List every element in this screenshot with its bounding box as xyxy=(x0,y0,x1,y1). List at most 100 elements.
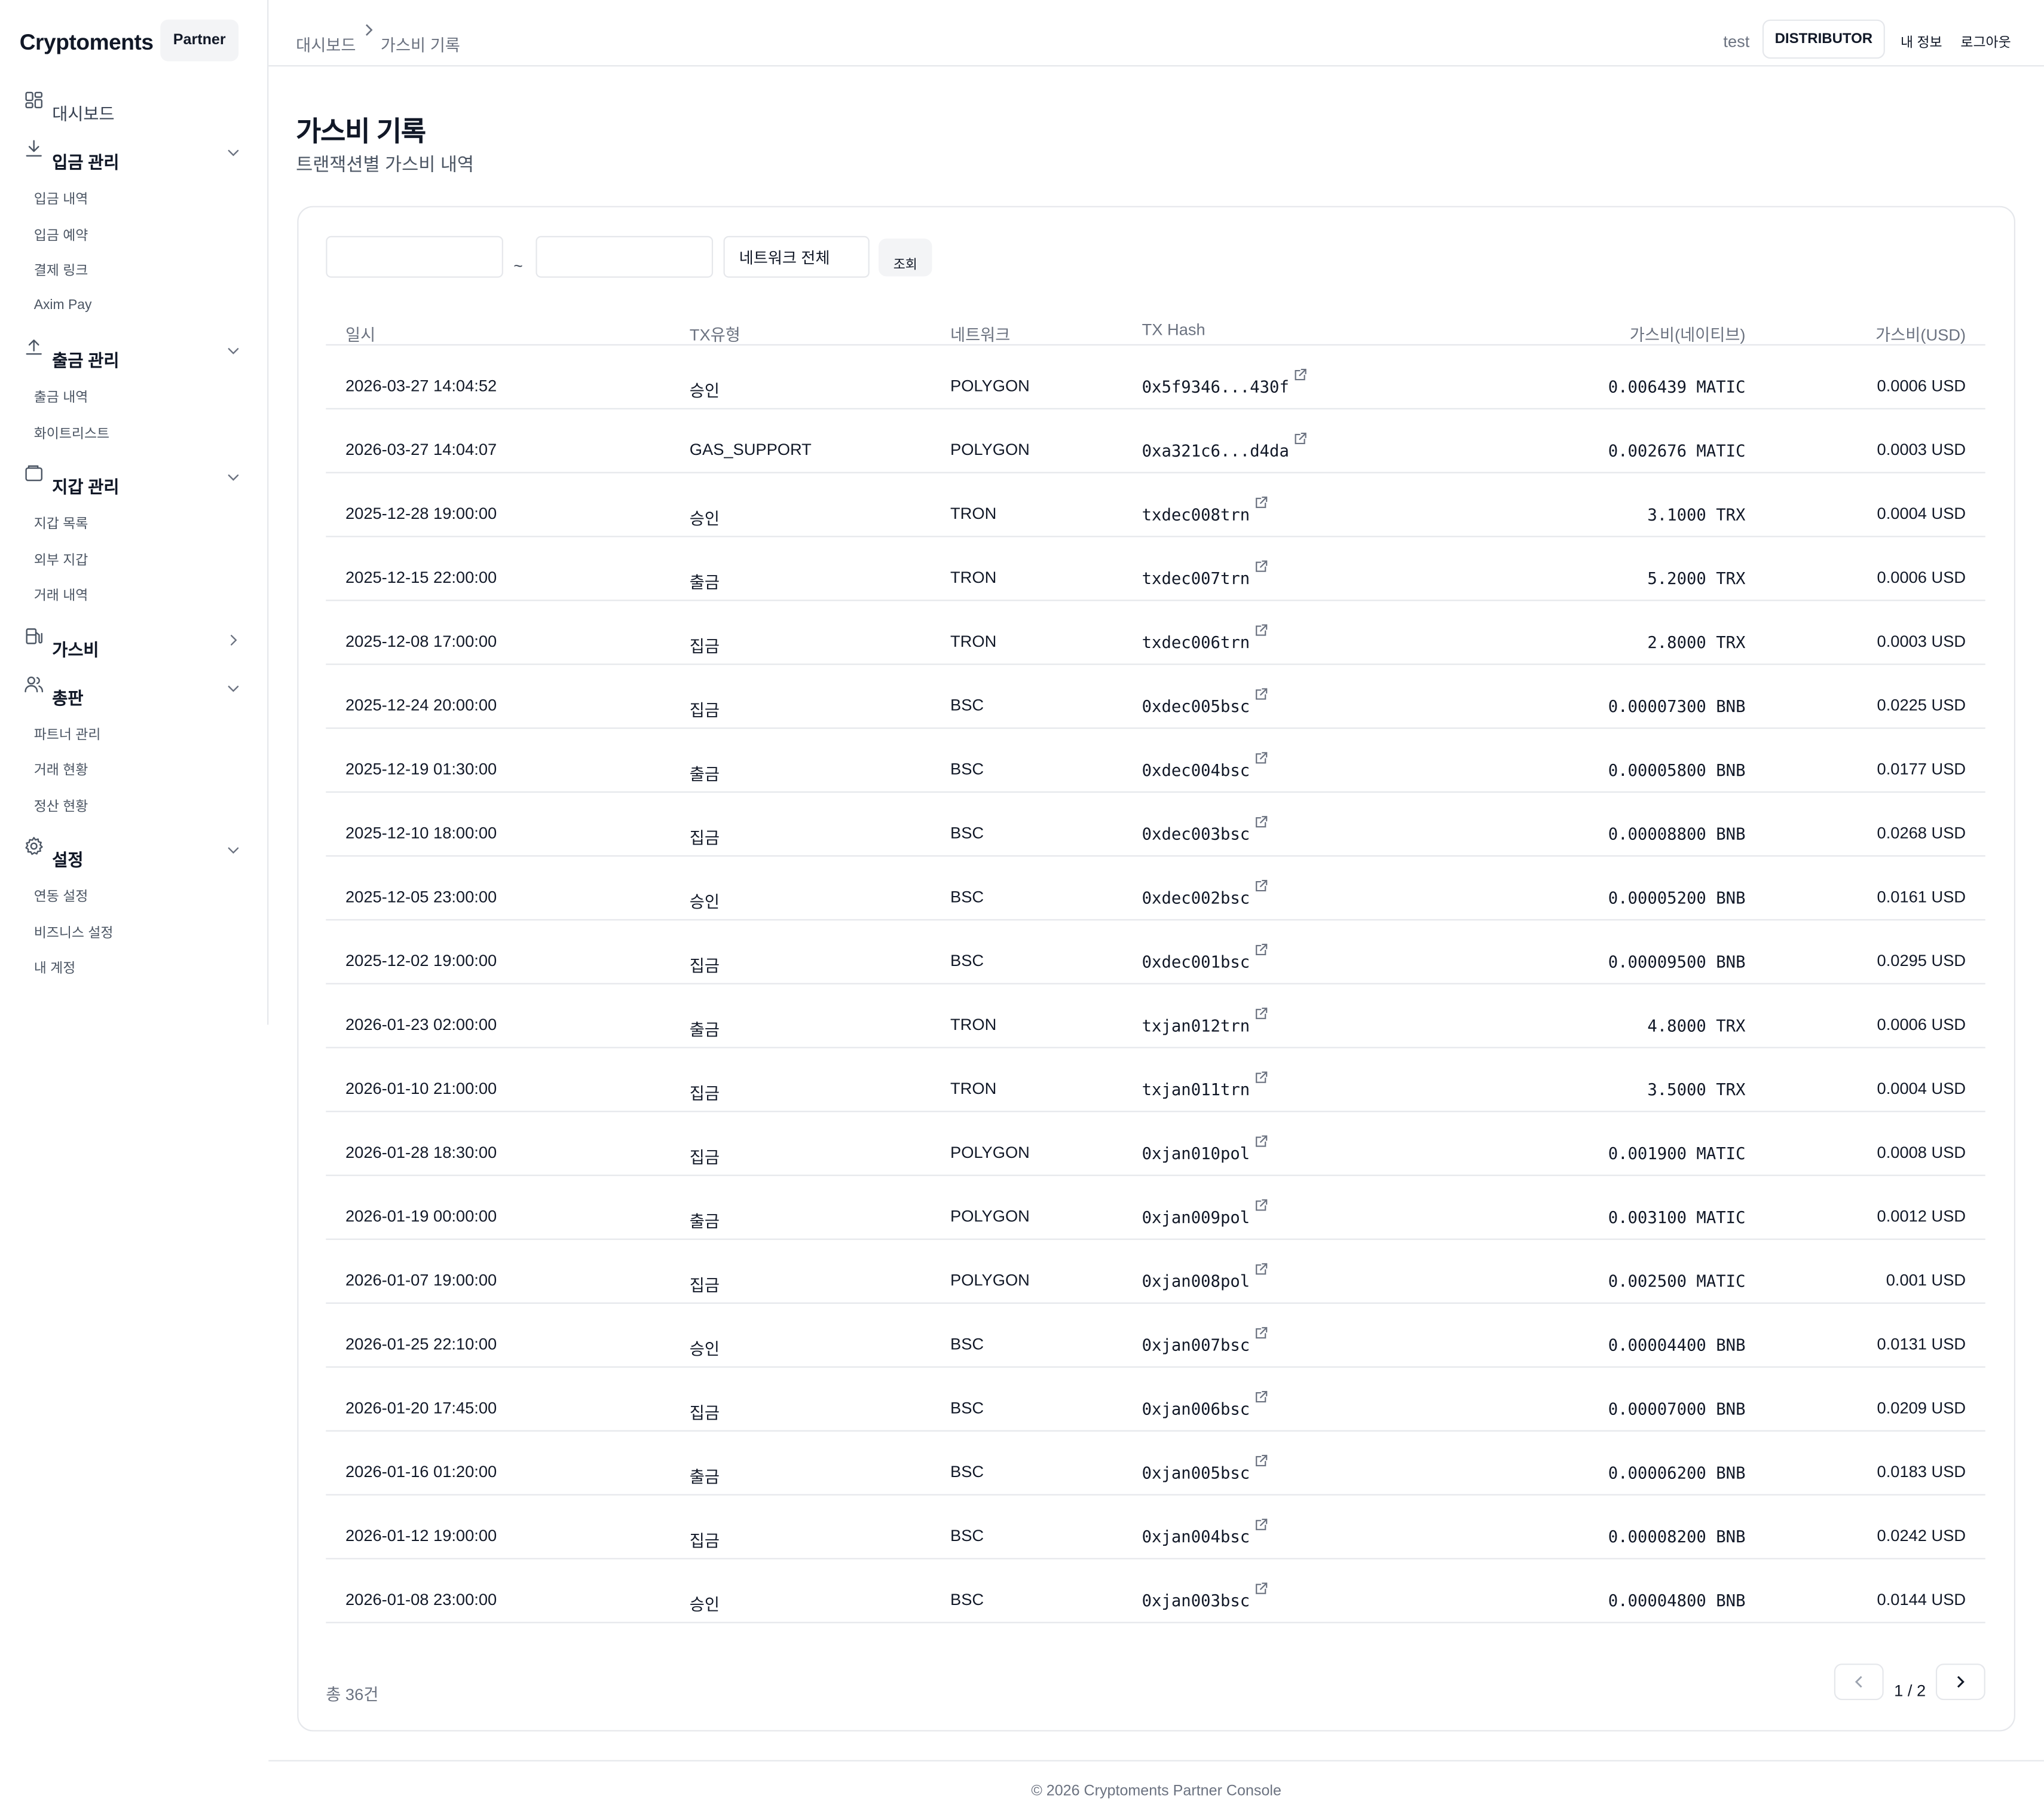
logout-link[interactable]: 로그아웃 xyxy=(1960,33,2011,53)
prev-page-button[interactable] xyxy=(1834,1664,1884,1701)
cell-tx-hash[interactable]: 0xjan008pol xyxy=(1142,1263,1268,1291)
cell-tx-hash[interactable]: 0xdec002bsc xyxy=(1142,879,1268,907)
breadcrumb-dashboard[interactable]: 대시보드 xyxy=(296,31,356,56)
external-link-icon[interactable] xyxy=(1254,1454,1268,1468)
column-header-native-fee: 가스비(네이티브) xyxy=(1629,326,1746,344)
my-info-link[interactable]: 내 정보 xyxy=(1901,33,1942,53)
sidebar-item[interactable]: 거래 내역 xyxy=(34,585,88,605)
sidebar-group-3[interactable]: 지갑 관리 xyxy=(23,465,245,502)
brand-logo[interactable]: Cryptoments xyxy=(20,30,154,56)
cell-tx-hash[interactable]: txdec008trn xyxy=(1142,496,1268,524)
external-link-icon[interactable] xyxy=(1254,1071,1268,1085)
sidebar-item[interactable]: 정산 현황 xyxy=(34,796,88,816)
cell-tx-hash[interactable]: 0xa321c6...d4da xyxy=(1142,432,1308,460)
sidebar-item[interactable]: 내 계정 xyxy=(34,958,76,978)
cell-tx-hash[interactable]: 0xjan005bsc xyxy=(1142,1454,1268,1482)
end-date-input[interactable] xyxy=(536,236,714,278)
chevron-down-icon[interactable] xyxy=(225,842,241,858)
external-link-icon[interactable] xyxy=(1254,623,1268,638)
chevron-down-icon[interactable] xyxy=(225,343,241,359)
tx-hash-link[interactable]: txdec006trn xyxy=(1142,632,1250,652)
external-link-icon[interactable] xyxy=(1254,751,1268,765)
tx-hash-link[interactable]: 0xa321c6...d4da xyxy=(1142,441,1289,460)
sidebar-group-0[interactable]: 대시보드 xyxy=(23,91,245,129)
chevron-down-icon[interactable] xyxy=(225,469,241,485)
sidebar-item[interactable]: 화이트리스트 xyxy=(34,423,109,443)
cell-tx-hash[interactable]: 0xjan004bsc xyxy=(1142,1518,1268,1546)
cell-tx-hash[interactable]: 0xjan007bsc xyxy=(1142,1327,1268,1355)
tx-hash-link[interactable]: 0xdec005bsc xyxy=(1142,696,1250,716)
sidebar-item[interactable]: 입금 예약 xyxy=(34,225,88,244)
tx-hash-link[interactable]: txdec008trn xyxy=(1142,505,1250,524)
network-select[interactable]: 네트워크 전체 xyxy=(723,236,870,278)
cell-tx-hash[interactable]: 0xjan009pol xyxy=(1142,1199,1268,1227)
external-link-icon[interactable] xyxy=(1254,815,1268,829)
tx-hash-link[interactable]: 0xjan007bsc xyxy=(1142,1335,1250,1355)
cell-tx-hash[interactable]: 0x5f9346...430f xyxy=(1142,368,1308,396)
external-link-icon[interactable] xyxy=(1254,1518,1268,1532)
tx-hash-link[interactable]: 0xjan008pol xyxy=(1142,1271,1250,1291)
tx-hash-link[interactable]: 0xjan005bsc xyxy=(1142,1463,1250,1482)
external-link-icon[interactable] xyxy=(1254,943,1268,957)
sidebar-group-5[interactable]: 총판 xyxy=(23,675,245,713)
cell-tx-hash[interactable]: txjan012trn xyxy=(1142,1007,1268,1035)
tx-hash-link[interactable]: 0xjan010pol xyxy=(1142,1144,1250,1163)
tx-hash-link[interactable]: 0xdec001bsc xyxy=(1142,952,1250,971)
tx-hash-link[interactable]: txjan011trn xyxy=(1142,1080,1250,1099)
next-page-button[interactable] xyxy=(1935,1664,1985,1701)
sidebar-group-1[interactable]: 입금 관리 xyxy=(23,140,245,177)
external-link-icon[interactable] xyxy=(1254,496,1268,510)
cell-tx-hash[interactable]: 0xdec005bsc xyxy=(1142,688,1268,716)
sidebar-item[interactable]: 파트너 관리 xyxy=(34,724,101,744)
sidebar-item[interactable]: 출금 내역 xyxy=(34,387,88,407)
cell-network: TRON xyxy=(950,1016,997,1034)
sidebar-group-6[interactable]: 설정 xyxy=(23,837,245,875)
sidebar-group-2[interactable]: 출금 관리 xyxy=(23,340,245,375)
start-date-input[interactable] xyxy=(326,236,503,278)
sidebar-item[interactable]: 거래 현황 xyxy=(34,760,88,780)
external-link-icon[interactable] xyxy=(1293,368,1307,382)
tx-hash-link[interactable]: 0xdec002bsc xyxy=(1142,888,1250,907)
cell-tx-hash[interactable]: txdec007trn xyxy=(1142,560,1268,588)
chevron-right-icon[interactable] xyxy=(225,632,241,647)
sidebar-item[interactable]: 비즈니스 설정 xyxy=(34,922,114,942)
search-button[interactable]: 조회 xyxy=(879,239,932,277)
tx-hash-link[interactable]: 0xdec003bsc xyxy=(1142,824,1250,843)
external-link-icon[interactable] xyxy=(1254,1262,1268,1276)
external-link-icon[interactable] xyxy=(1254,1326,1268,1340)
cell-tx-hash[interactable]: 0xdec001bsc xyxy=(1142,943,1268,971)
tx-hash-link[interactable]: txdec007trn xyxy=(1142,568,1250,588)
sidebar-item[interactable]: 결제 링크 xyxy=(34,261,88,280)
chevron-down-icon[interactable] xyxy=(225,680,241,695)
sidebar-item[interactable]: 지갑 목록 xyxy=(34,513,88,533)
cell-tx-hash[interactable]: 0xjan010pol xyxy=(1142,1135,1268,1163)
tx-hash-link[interactable]: 0xjan004bsc xyxy=(1142,1527,1250,1546)
sidebar-item[interactable]: Axim Pay xyxy=(34,296,92,312)
cell-tx-hash[interactable]: 0xdec004bsc xyxy=(1142,752,1268,780)
chevron-down-icon[interactable] xyxy=(225,145,241,160)
cell-tx-hash[interactable]: 0xdec003bsc xyxy=(1142,816,1268,843)
sidebar-item[interactable]: 연동 설정 xyxy=(34,886,88,906)
sidebar-item[interactable]: 입금 내역 xyxy=(34,189,88,209)
sidebar-item[interactable]: 외부 지갑 xyxy=(34,549,88,569)
external-link-icon[interactable] xyxy=(1293,432,1307,446)
tx-hash-link[interactable]: 0xdec004bsc xyxy=(1142,760,1250,780)
tx-hash-link[interactable]: 0xjan006bsc xyxy=(1142,1399,1250,1418)
external-link-icon[interactable] xyxy=(1254,687,1268,701)
external-link-icon[interactable] xyxy=(1254,879,1268,893)
cell-tx-hash[interactable]: 0xjan006bsc xyxy=(1142,1390,1268,1418)
cell-tx-hash[interactable]: txdec006trn xyxy=(1142,624,1268,652)
tx-hash-link[interactable]: txjan012trn xyxy=(1142,1016,1250,1035)
external-link-icon[interactable] xyxy=(1254,559,1268,574)
cell-tx-hash[interactable]: 0xjan003bsc xyxy=(1142,1582,1268,1610)
external-link-icon[interactable] xyxy=(1254,1135,1268,1149)
sidebar-group-4[interactable]: 가스비 xyxy=(23,628,245,664)
tx-hash-link[interactable]: 0x5f9346...430f xyxy=(1142,377,1289,396)
tx-hash-link[interactable]: 0xjan003bsc xyxy=(1142,1591,1250,1610)
cell-tx-hash[interactable]: txjan011trn xyxy=(1142,1071,1268,1099)
external-link-icon[interactable] xyxy=(1254,1582,1268,1596)
external-link-icon[interactable] xyxy=(1254,1390,1268,1404)
external-link-icon[interactable] xyxy=(1254,1198,1268,1212)
tx-hash-link[interactable]: 0xjan009pol xyxy=(1142,1207,1250,1227)
external-link-icon[interactable] xyxy=(1254,1007,1268,1021)
